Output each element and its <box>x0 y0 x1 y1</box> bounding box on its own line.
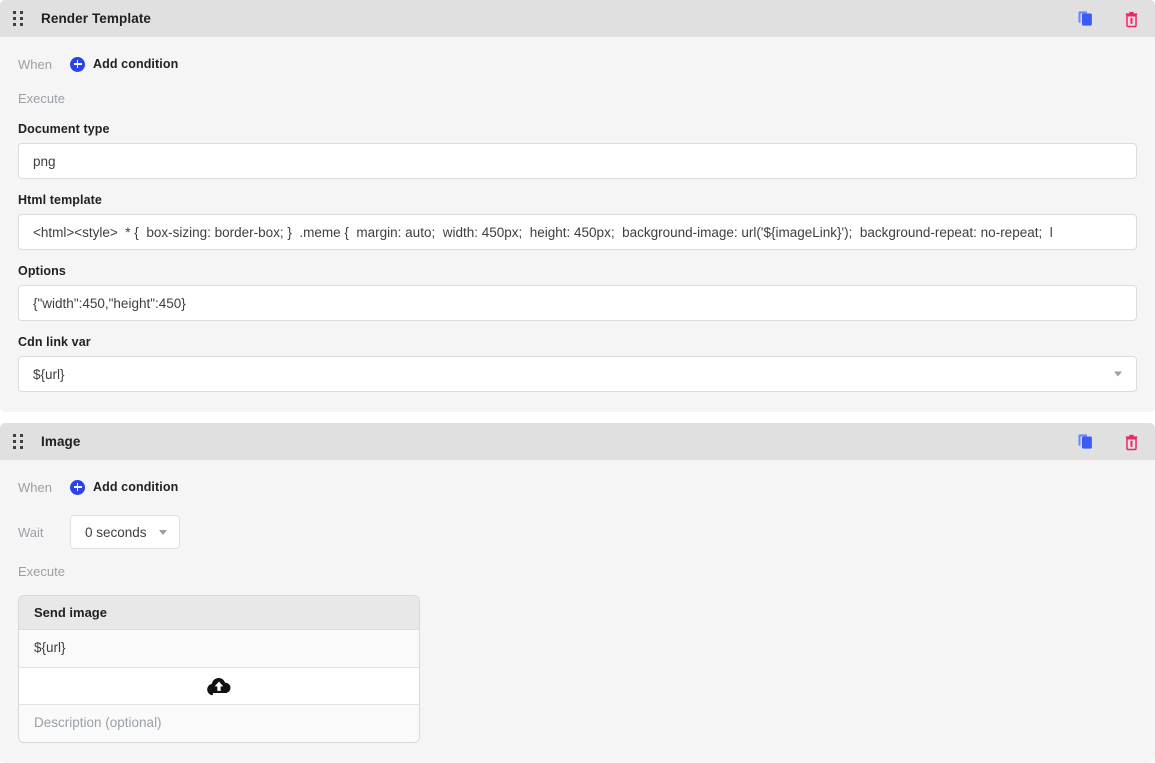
trash-icon <box>1125 434 1137 450</box>
field-label: Options <box>18 264 66 278</box>
field-options: Options {"width":450,"height":450} <box>18 264 1137 321</box>
duplicate-card-button[interactable] <box>1075 432 1095 452</box>
send-image-url-input[interactable]: ${url} <box>19 630 419 668</box>
card-image: Image When Add condition Wait 0 seconds … <box>0 423 1155 763</box>
field-label: Html template <box>18 193 102 207</box>
add-condition-button[interactable]: Add condition <box>70 479 179 495</box>
execute-label: Execute <box>18 91 65 106</box>
upload-image-button[interactable] <box>19 668 419 705</box>
send-image-panel-title: Send image <box>19 596 419 630</box>
document-type-input[interactable]: png <box>18 143 1137 179</box>
drag-dots-icon[interactable] <box>13 433 27 450</box>
delete-card-button[interactable] <box>1121 432 1141 452</box>
wait-label: Wait <box>18 524 44 540</box>
wait-row: Wait 0 seconds <box>18 514 1137 550</box>
plus-circle-icon <box>70 479 85 495</box>
card-header: Render Template <box>0 0 1155 37</box>
add-condition-button[interactable]: Add condition <box>70 56 179 72</box>
when-label: When <box>18 56 52 72</box>
wait-duration-value: 0 seconds <box>85 524 147 540</box>
card-title: Render Template <box>41 11 152 26</box>
chevron-down-icon <box>158 529 167 535</box>
field-document-type: Document type png <box>18 122 1137 179</box>
card-header-actions <box>1075 9 1141 29</box>
card-render-template: Render Template When Add condition Execu… <box>0 0 1155 412</box>
add-condition-label: Add condition <box>93 480 179 494</box>
field-label: Cdn link var <box>18 335 91 349</box>
when-row: When Add condition <box>18 474 1137 500</box>
html-template-input[interactable]: <html><style> * { box-sizing: border-box… <box>18 214 1137 250</box>
add-condition-label: Add condition <box>93 57 179 71</box>
options-input[interactable]: {"width":450,"height":450} <box>18 285 1137 321</box>
send-image-panel: Send image ${url} Description (optional) <box>18 595 420 743</box>
field-label: Document type <box>18 122 110 136</box>
copy-icon <box>1077 434 1092 449</box>
duplicate-card-button[interactable] <box>1075 9 1095 29</box>
card-header: Image <box>0 423 1155 460</box>
card-body: When Add condition Wait 0 seconds Execut… <box>0 460 1155 763</box>
execute-label: Execute <box>18 564 65 579</box>
card-header-actions <box>1075 432 1141 452</box>
workflow-editor: Render Template When Add condition Execu… <box>0 0 1155 763</box>
drag-dots-icon[interactable] <box>13 10 27 27</box>
cloud-upload-icon <box>207 677 231 696</box>
card-body: When Add condition Execute Document type… <box>0 37 1155 412</box>
cdn-link-var-value: ${url} <box>33 366 65 382</box>
field-cdn-link-var: Cdn link var ${url} <box>18 335 1137 392</box>
copy-icon <box>1077 11 1092 26</box>
when-row: When Add condition <box>18 51 1137 77</box>
delete-card-button[interactable] <box>1121 9 1141 29</box>
plus-circle-icon <box>70 56 85 72</box>
trash-icon <box>1125 11 1137 27</box>
card-title: Image <box>41 434 81 449</box>
send-image-description-input[interactable]: Description (optional) <box>19 705 419 742</box>
cdn-link-var-select[interactable]: ${url} <box>18 356 1137 392</box>
chevron-down-icon <box>1114 371 1122 377</box>
wait-duration-select[interactable]: 0 seconds <box>70 515 180 549</box>
field-html-template: Html template <html><style> * { box-sizi… <box>18 193 1137 250</box>
when-label: When <box>18 479 52 495</box>
